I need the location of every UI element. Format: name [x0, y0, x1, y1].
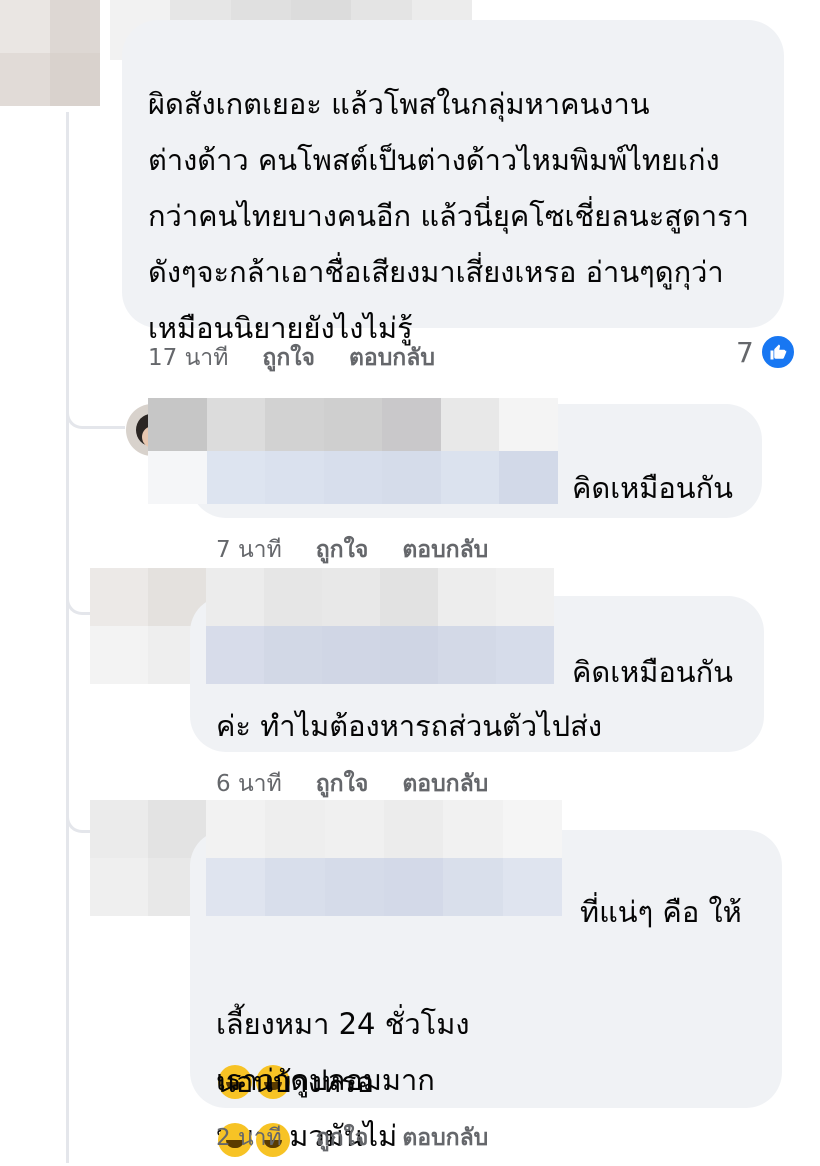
blurred-avatar	[0, 0, 100, 106]
reply-text: ที่แน่ๆ คือ ให้	[580, 895, 742, 929]
blurred-avatar	[90, 568, 206, 684]
like-button[interactable]: ถูกใจ	[316, 532, 369, 568]
reply-text: คิดเหมือนกัน	[572, 655, 734, 689]
blurred-author-name	[148, 398, 558, 504]
comment-time[interactable]: 2 นาที	[216, 1120, 282, 1156]
reply-text-line: เราว่าดูปลอมมาก	[216, 1063, 435, 1097]
reply-connector	[66, 404, 125, 429]
comment-actions: 17 นาที ถูกใจ ตอบกลับ	[148, 340, 435, 376]
reply-button[interactable]: ตอบกลับ	[349, 340, 435, 376]
blurred-author-name	[206, 800, 562, 916]
comment-time[interactable]: 17 นาที	[148, 340, 228, 376]
reply-actions: 7 นาที ถูกใจ ตอบกลับ	[216, 532, 488, 568]
reply-button[interactable]: ตอบกลับ	[402, 532, 488, 568]
reaction-summary[interactable]: 7	[736, 334, 796, 370]
reply-button[interactable]: ตอบกลับ	[402, 766, 488, 802]
reply-actions: 6 นาที ถูกใจ ตอบกลับ	[216, 766, 488, 802]
reply-text-continued: ค่ะ ทำไมต้องหารถส่วนตัวไปส่ง	[216, 709, 603, 743]
reply-actions: 2 นาที ถูกใจ ตอบกลับ	[216, 1120, 488, 1156]
comment-text: ผิดสังเกตเยอะ แล้วโพสในกลุ่มหาคนงาน ต่าง…	[148, 87, 749, 345]
thread-line	[66, 112, 69, 1163]
reply-text: คิดเหมือนกัน	[572, 471, 734, 505]
thumbs-up-icon	[759, 334, 796, 370]
blurred-avatar	[90, 800, 206, 916]
blurred-author-name	[206, 568, 554, 684]
comment-time[interactable]: 7 นาที	[216, 532, 282, 568]
like-button[interactable]: ถูกใจ	[316, 1120, 369, 1156]
reaction-count: 7	[736, 335, 754, 369]
like-button[interactable]: ถูกใจ	[316, 766, 369, 802]
like-button[interactable]: ถูกใจ	[262, 340, 315, 376]
reply-button[interactable]: ตอบกลับ	[402, 1120, 488, 1156]
comment-time[interactable]: 6 นาที	[216, 766, 282, 802]
